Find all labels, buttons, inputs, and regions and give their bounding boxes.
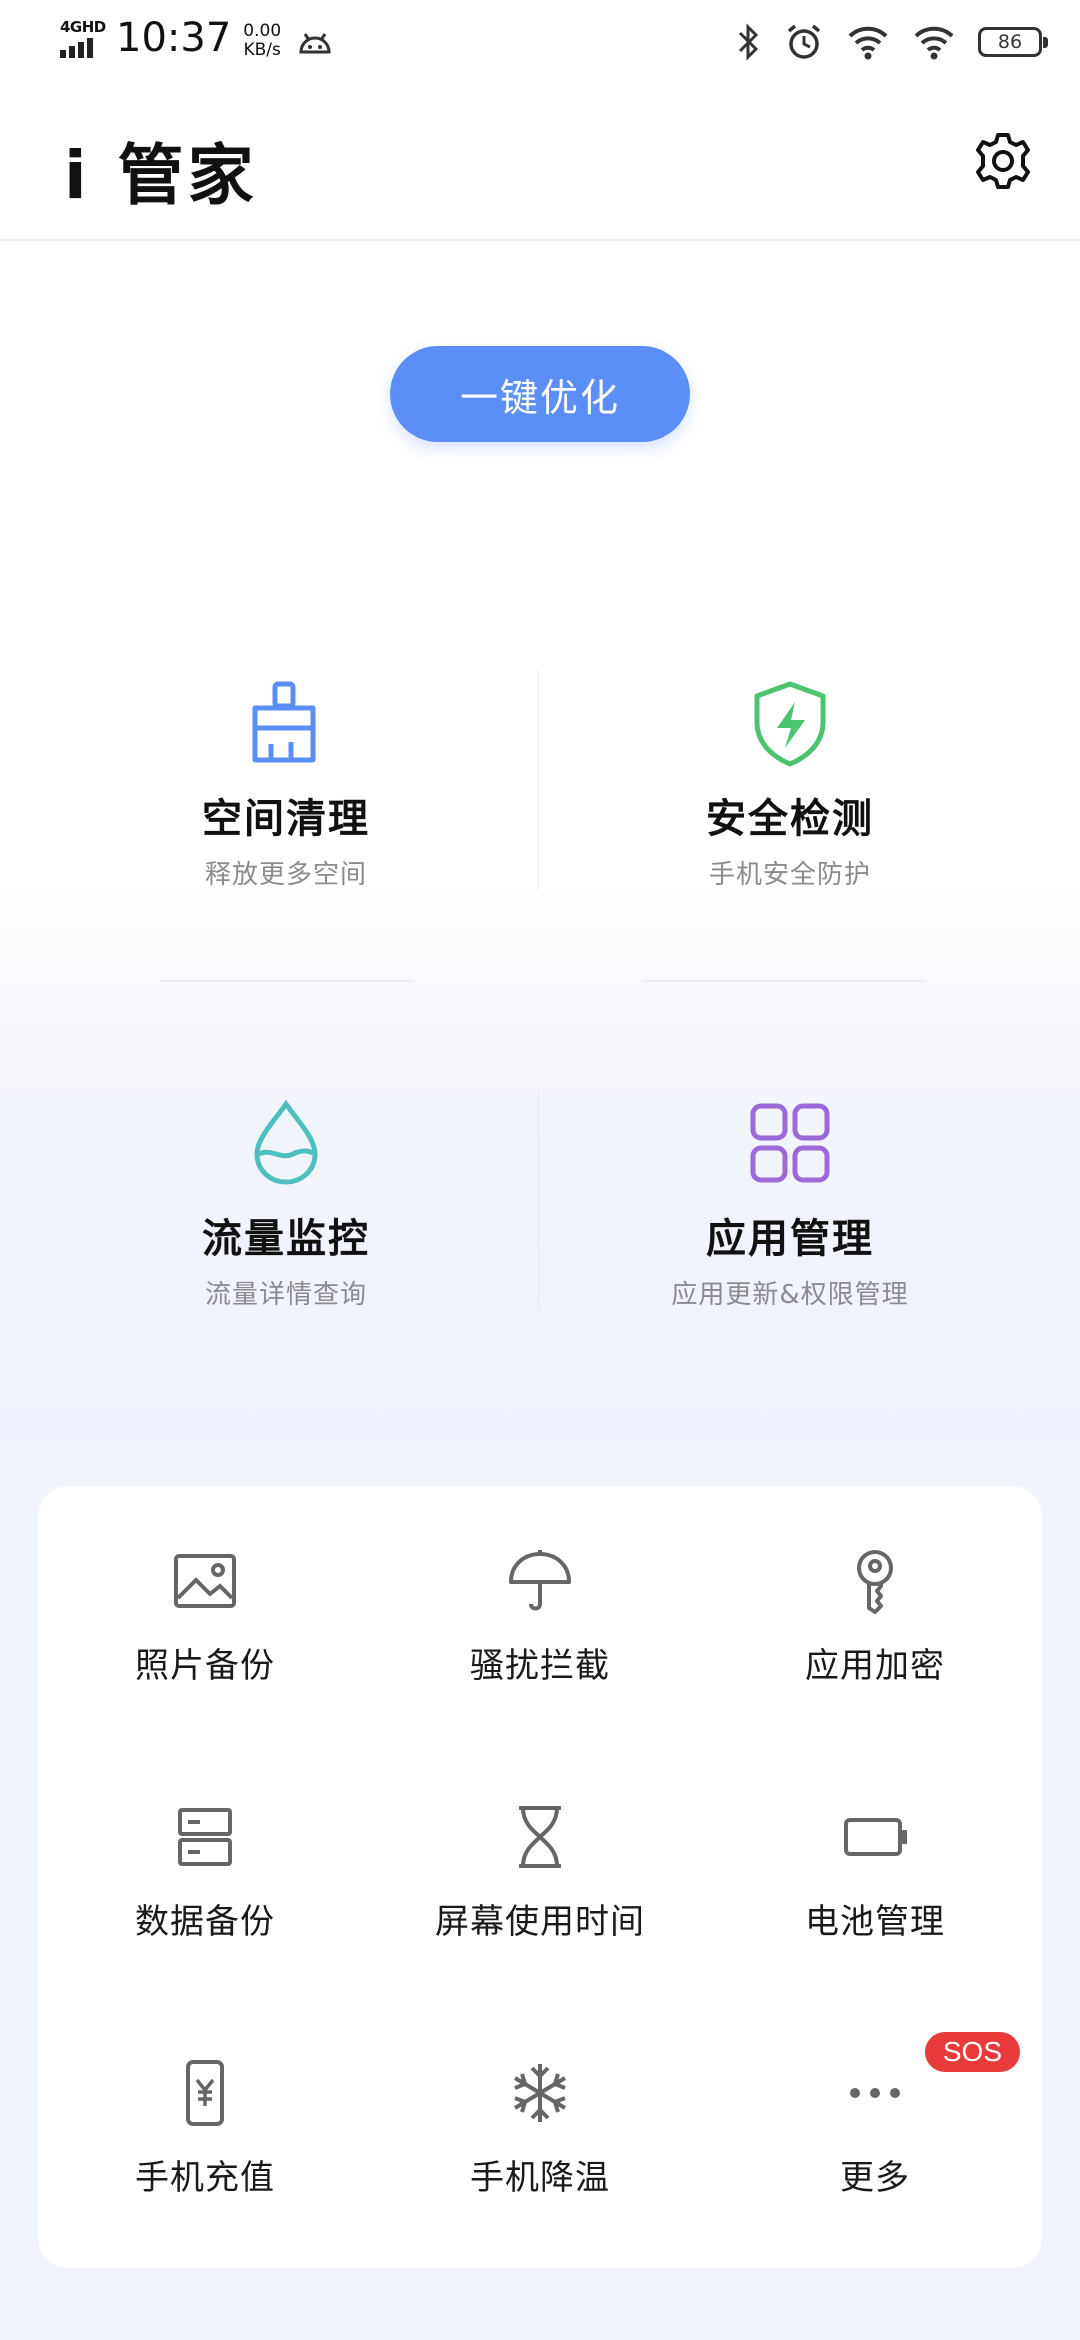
tool-label: 电池管理 [805,1902,945,1942]
speed-value: 0.00 [243,21,282,41]
photo-icon [174,1554,236,1608]
tool-data-backup[interactable]: 数据备份 [38,1802,372,2002]
tool-photo-backup[interactable]: 照片备份 [38,1546,372,1746]
tool-label: 更多 [840,2158,910,2198]
storage-icon [178,1808,232,1866]
feature-security-check[interactable]: 安全检测 手机安全防护 [540,678,1040,938]
wifi-icon [848,26,888,60]
feature-subtitle: 手机安全防护 [708,860,871,890]
broom-icon [252,681,316,763]
app-header: i 管家 [0,84,1080,241]
tool-battery-manage[interactable]: 电池管理 [708,1802,1042,2002]
feature-subtitle: 应用更新&权限管理 [671,1280,909,1310]
hourglass-icon [519,1806,561,1868]
tool-app-encrypt[interactable]: 应用加密 [708,1546,1042,1746]
battery-indicator: 86 [978,27,1048,57]
tool-phone-cooling[interactable]: 手机降温 [373,2058,707,2258]
tool-label: 数据备份 [135,1902,275,1942]
feature-title: 应用管理 [706,1216,874,1262]
umbrella-icon [509,1550,571,1611]
tool-harassment-block[interactable]: 骚扰拦截 [373,1546,707,1746]
tool-label: 手机充值 [135,2158,275,2198]
wifi-icon-secondary [914,26,954,60]
status-bar: 4GHD 10:37 0.00 KB/s 86 [0,0,1080,84]
snowflake-icon [513,2064,567,2122]
tool-label: 手机降温 [470,2158,610,2198]
phone-recharge-icon [186,2060,224,2126]
page-title: i 管家 [64,137,258,214]
feature-traffic-monitor[interactable]: 流量监控 流量详情查询 [36,1098,536,1358]
tool-label: 屏幕使用时间 [435,1902,645,1942]
bluetooth-icon [738,23,759,61]
tool-screen-time[interactable]: 屏幕使用时间 [373,1802,707,2002]
water-drop-icon [254,1099,318,1185]
sos-badge[interactable]: SOS [924,2032,1020,2072]
gear-icon[interactable] [972,130,1034,192]
app-grid-icon [750,1103,830,1183]
tool-more[interactable]: 更多 SOS [708,2032,1042,2258]
feature-subtitle: 流量详情查询 [204,1280,367,1310]
network-type: 4GHD [60,18,106,36]
feature-title: 安全检测 [706,796,874,842]
signal-icon: 4GHD [58,16,106,60]
feature-space-clean[interactable]: 空间清理 释放更多空间 [36,678,536,938]
feature-subtitle: 释放更多空间 [204,860,367,890]
tool-label: 应用加密 [805,1646,945,1686]
tools-card: 照片备份 骚扰拦截 应用加密 数据备份 屏幕使用时间 电池管理 手机充值 手机降… [38,1486,1042,2268]
feature-title: 空间清理 [202,796,370,842]
speed-unit: KB/s [243,40,281,60]
network-speed: 0.00 KB/s [243,22,281,60]
shield-bolt-icon [754,681,826,767]
key-icon [857,1550,893,1614]
battery-icon [844,1818,907,1856]
status-time: 10:37 [116,15,232,61]
android-debug-icon [299,33,331,54]
feature-grid: 空间清理 释放更多空间 安全检测 手机安全防护 流量监控 流量详情查询 应用管理… [36,640,1044,1415]
divider [538,670,539,890]
alarm-icon [787,24,821,59]
tool-label: 照片备份 [135,1646,275,1686]
divider [538,1090,539,1310]
feature-title: 流量监控 [202,1216,370,1262]
feature-app-manage[interactable]: 应用管理 应用更新&权限管理 [540,1098,1040,1358]
divider [642,980,926,982]
more-icon [850,2088,900,2098]
optimize-button[interactable]: 一键优化 [390,346,690,442]
tool-label: 骚扰拦截 [470,1646,610,1686]
divider [160,980,414,982]
tool-phone-recharge[interactable]: 手机充值 [38,2058,372,2258]
